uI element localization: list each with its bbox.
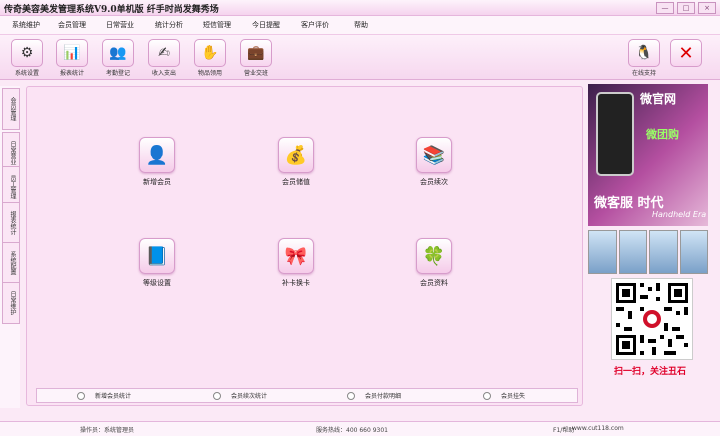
income-icon: ✍ [148,39,180,67]
thumbnail[interactable] [588,230,617,274]
radio-circle [213,391,221,400]
radio-circle [77,391,85,400]
ad-banner[interactable]: 微官网 微团购 微客服 时代 Handheld Era [588,84,708,226]
report-stats-button[interactable]: 📊 报表统计 [54,39,90,77]
menu-member[interactable]: 会员管理 [58,20,86,30]
menu-review[interactable]: 客户评价 [301,20,329,30]
window-title: 传奇美容美发管理系统V9.0单机版 纤手时尚发舞秀场 [4,5,219,15]
close-button[interactable]: × [698,2,716,14]
sidebar: 会员管理 日常营业 员工管理 报表统计 系统配置 日常维护 [0,86,20,408]
thumbnail[interactable] [679,230,708,274]
radio-loss-report[interactable]: 会员挂失 [483,391,525,400]
books-icon: 📚 [416,137,452,173]
ad-thumbnails[interactable] [588,230,708,274]
title-bar: 传奇美容美发管理系统V9.0单机版 纤手时尚发舞秀场 — □ × [0,0,720,16]
shift-icon: 💼 [240,39,272,67]
attendance-button[interactable]: 👥 考勤登记 [100,39,136,77]
online-support-button[interactable]: 🐧 在线支持 [626,39,662,77]
income-expense-button[interactable]: ✍ 收入支出 [146,39,182,77]
qr-caption: 扫一扫，关注丑石 [613,367,686,377]
sidebar-tab-config[interactable]: 系统配置 [2,242,20,284]
member-data-icon: 🍀 [416,238,452,274]
sidebar-tab-member[interactable]: 会员管理 [2,88,20,130]
goods-icon: ✋ [194,39,226,67]
menu-today[interactable]: 今日提醒 [252,20,280,30]
shift-handover-button[interactable]: 💼 营业交班 [238,39,274,77]
report-radio-bar: 新增会员统计 会员续次统计 会员付款明细 会员挂失 [36,388,578,403]
thumbnail[interactable] [649,230,678,274]
status-website-link[interactable]: www.cut118.com [572,425,624,432]
ad-line-3: 微客服 时代 [594,196,664,211]
member-renew-button[interactable]: 📚 会员续次 [402,137,466,187]
toolbar: ⚙ 系统设置 📊 报表统计 👥 考勤登记 ✍ 收入支出 ✋ 物品领用 💼 营业交… [0,35,720,80]
member-topup-button[interactable]: 💰 会员储值 [264,137,328,187]
ad-line-1: 微官网 [640,92,677,106]
radio-circle [483,391,491,400]
exit-button[interactable]: ✕ [668,39,704,67]
menu-sms[interactable]: 短信管理 [203,20,231,30]
menu-daily[interactable]: 日常营业 [106,20,134,30]
coins-icon: 💰 [278,137,314,173]
sidebar-tab-maintain[interactable]: 日常维护 [2,282,20,324]
status-operator: 操作员：系统管理员 [80,427,135,434]
add-member-button[interactable]: 👤 新增会员 [125,137,189,187]
radio-payment-detail[interactable]: 会员付款明细 [347,391,401,400]
radio-renew-stats[interactable]: 会员续次统计 [213,391,267,400]
status-bar: 操作员：系统管理员 服务热线：400 660 9301 F1/帮助 www.cu… [0,421,720,436]
card-swap-icon: 🎀 [278,238,314,274]
level-book-icon: 📘 [139,238,175,274]
maximize-button[interactable]: □ [677,2,695,14]
menu-stats[interactable]: 统计分析 [155,20,183,30]
sidebar-tab-report[interactable]: 报表统计 [2,202,20,244]
menu-system[interactable]: 系统维护 [12,20,40,30]
report-icon: 📊 [56,39,88,67]
member-info-button[interactable]: 🍀 会员资料 [402,238,466,288]
exit-x-icon: ✕ [670,39,702,67]
module-panel: 👤 新增会员 💰 会员储值 📚 会员续次 📘 等级设置 🎀 补卡换卡 🍀 会员资… [26,86,583,406]
minimize-button[interactable]: — [656,2,674,14]
system-settings-button[interactable]: ⚙ 系统设置 [9,39,45,77]
member-add-icon: 👤 [139,137,175,173]
qq-penguin-icon: 🐧 [628,39,660,67]
menu-help[interactable]: 帮助 [354,20,368,30]
gear-icon: ⚙ [11,39,43,67]
ad-line-2: 微团购 [646,128,679,141]
qr-code [611,278,693,360]
phone-image [596,92,634,176]
attendance-icon: 👥 [102,39,134,67]
qr-code-image [616,283,688,355]
radio-new-member-stats[interactable]: 新增会员统计 [77,391,131,400]
goods-use-button[interactable]: ✋ 物品领用 [192,39,228,77]
menu-bar: 系统维护 会员管理 日常营业 统计分析 短信管理 今日提醒 客户评价 帮助 [0,16,720,35]
radio-circle [347,391,355,400]
status-hotline: 服务热线：400 660 9301 [316,427,388,434]
thumbnail[interactable] [618,230,647,274]
ad-line-4: Handheld Era [652,210,707,219]
level-settings-button[interactable]: 📘 等级设置 [125,238,189,288]
card-replace-button[interactable]: 🎀 补卡换卡 [264,238,328,288]
